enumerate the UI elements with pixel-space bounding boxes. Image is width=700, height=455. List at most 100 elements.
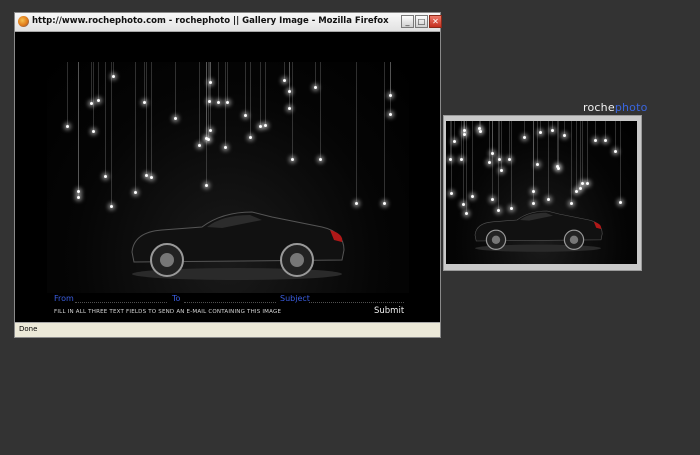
hanging-light: [291, 158, 294, 161]
light-string: [105, 62, 106, 175]
hanging-light: [614, 150, 617, 153]
light-string: [558, 121, 559, 167]
light-string: [144, 62, 145, 101]
light-string: [499, 121, 500, 158]
maximize-button[interactable]: □: [415, 15, 428, 28]
to-input[interactable]: [184, 302, 276, 303]
logo-part-photo: photo: [614, 101, 648, 114]
hanging-light: [112, 75, 115, 78]
light-string: [582, 121, 583, 182]
hanging-light: [478, 127, 481, 130]
hanging-light: [383, 202, 386, 205]
browser-popup-window: http://www.rochephoto.com - rochephoto |…: [14, 12, 442, 338]
light-string: [151, 62, 152, 176]
hanging-light: [523, 136, 526, 139]
hanging-light: [619, 201, 622, 204]
rochephoto-logo[interactable]: rochephoto: [583, 101, 648, 114]
light-string: [292, 62, 293, 158]
hanging-light: [249, 136, 252, 139]
light-string: [595, 121, 596, 139]
thumbnail-frame[interactable]: [443, 115, 642, 271]
hanging-light: [150, 176, 153, 179]
light-string: [451, 121, 452, 192]
hanging-light: [557, 167, 560, 170]
light-string: [509, 121, 510, 158]
hanging-light: [579, 187, 582, 190]
hanging-light: [198, 144, 201, 147]
subject-field-label: Subject: [280, 294, 310, 303]
light-string: [564, 121, 565, 134]
minimize-button[interactable]: _: [401, 15, 414, 28]
light-string: [587, 121, 588, 182]
minimize-icon: _: [405, 17, 410, 26]
page-content: From To Subject FILL IN ALL THREE TEXT F…: [15, 32, 440, 323]
title-bar[interactable]: http://www.rochephoto.com - rochephoto |…: [15, 13, 442, 32]
light-string: [620, 121, 621, 201]
light-string: [576, 121, 577, 190]
light-string: [210, 62, 211, 129]
hanging-light: [77, 196, 80, 199]
hanging-light: [551, 129, 554, 132]
light-string: [91, 62, 92, 102]
hanging-light: [604, 139, 607, 142]
hanging-light: [66, 125, 69, 128]
hanging-light: [581, 182, 584, 185]
hanging-light: [264, 124, 267, 127]
light-string: [175, 62, 176, 117]
light-string: [472, 121, 473, 195]
logo-part-roche: roche: [583, 101, 615, 114]
hanging-light: [586, 182, 589, 185]
light-string: [461, 121, 462, 158]
light-string: [489, 121, 490, 161]
light-string: [265, 62, 266, 124]
hanging-light: [536, 163, 539, 166]
light-string: [464, 121, 465, 133]
hanging-light: [450, 192, 453, 195]
hanging-light: [453, 140, 456, 143]
to-field-label: To: [172, 294, 181, 303]
maximize-icon: □: [417, 17, 426, 26]
light-string: [111, 62, 112, 205]
hanging-light: [97, 99, 100, 102]
hanging-light: [244, 114, 247, 117]
close-button[interactable]: ✕: [429, 15, 442, 28]
hanging-light: [104, 175, 107, 178]
light-string: [245, 62, 246, 114]
window-title: http://www.rochephoto.com - rochephoto |…: [32, 16, 389, 26]
light-string: [93, 62, 94, 130]
hanging-light: [355, 202, 358, 205]
light-string: [67, 62, 68, 125]
submit-button[interactable]: Submit: [374, 306, 404, 316]
gallery-image: [47, 62, 409, 293]
hanging-light: [498, 158, 501, 161]
light-string: [580, 121, 581, 187]
light-string: [98, 62, 99, 99]
hanging-light: [500, 169, 503, 172]
light-string: [390, 62, 391, 113]
light-string: [260, 62, 261, 125]
status-bar: Done: [15, 322, 440, 337]
light-string: [225, 62, 226, 146]
hanging-light: [145, 174, 148, 177]
hanging-light: [92, 130, 95, 133]
from-input[interactable]: [75, 302, 167, 303]
status-text: Done: [19, 325, 38, 333]
light-string: [315, 62, 316, 86]
light-string: [250, 62, 251, 136]
hanging-light: [217, 101, 220, 104]
light-string: [540, 121, 541, 131]
hanging-light: [174, 117, 177, 120]
light-string: [492, 121, 493, 152]
light-string: [524, 121, 525, 136]
car-graphic: [131, 211, 345, 280]
light-string: [537, 121, 538, 163]
light-string: [284, 62, 285, 79]
subject-input[interactable]: [309, 302, 404, 303]
hanging-light: [594, 139, 597, 142]
light-string: [615, 121, 616, 150]
hanging-light: [539, 131, 542, 134]
hanging-light: [226, 101, 229, 104]
light-string: [289, 62, 290, 107]
hanging-light: [462, 203, 465, 206]
hanging-light: [314, 86, 317, 89]
